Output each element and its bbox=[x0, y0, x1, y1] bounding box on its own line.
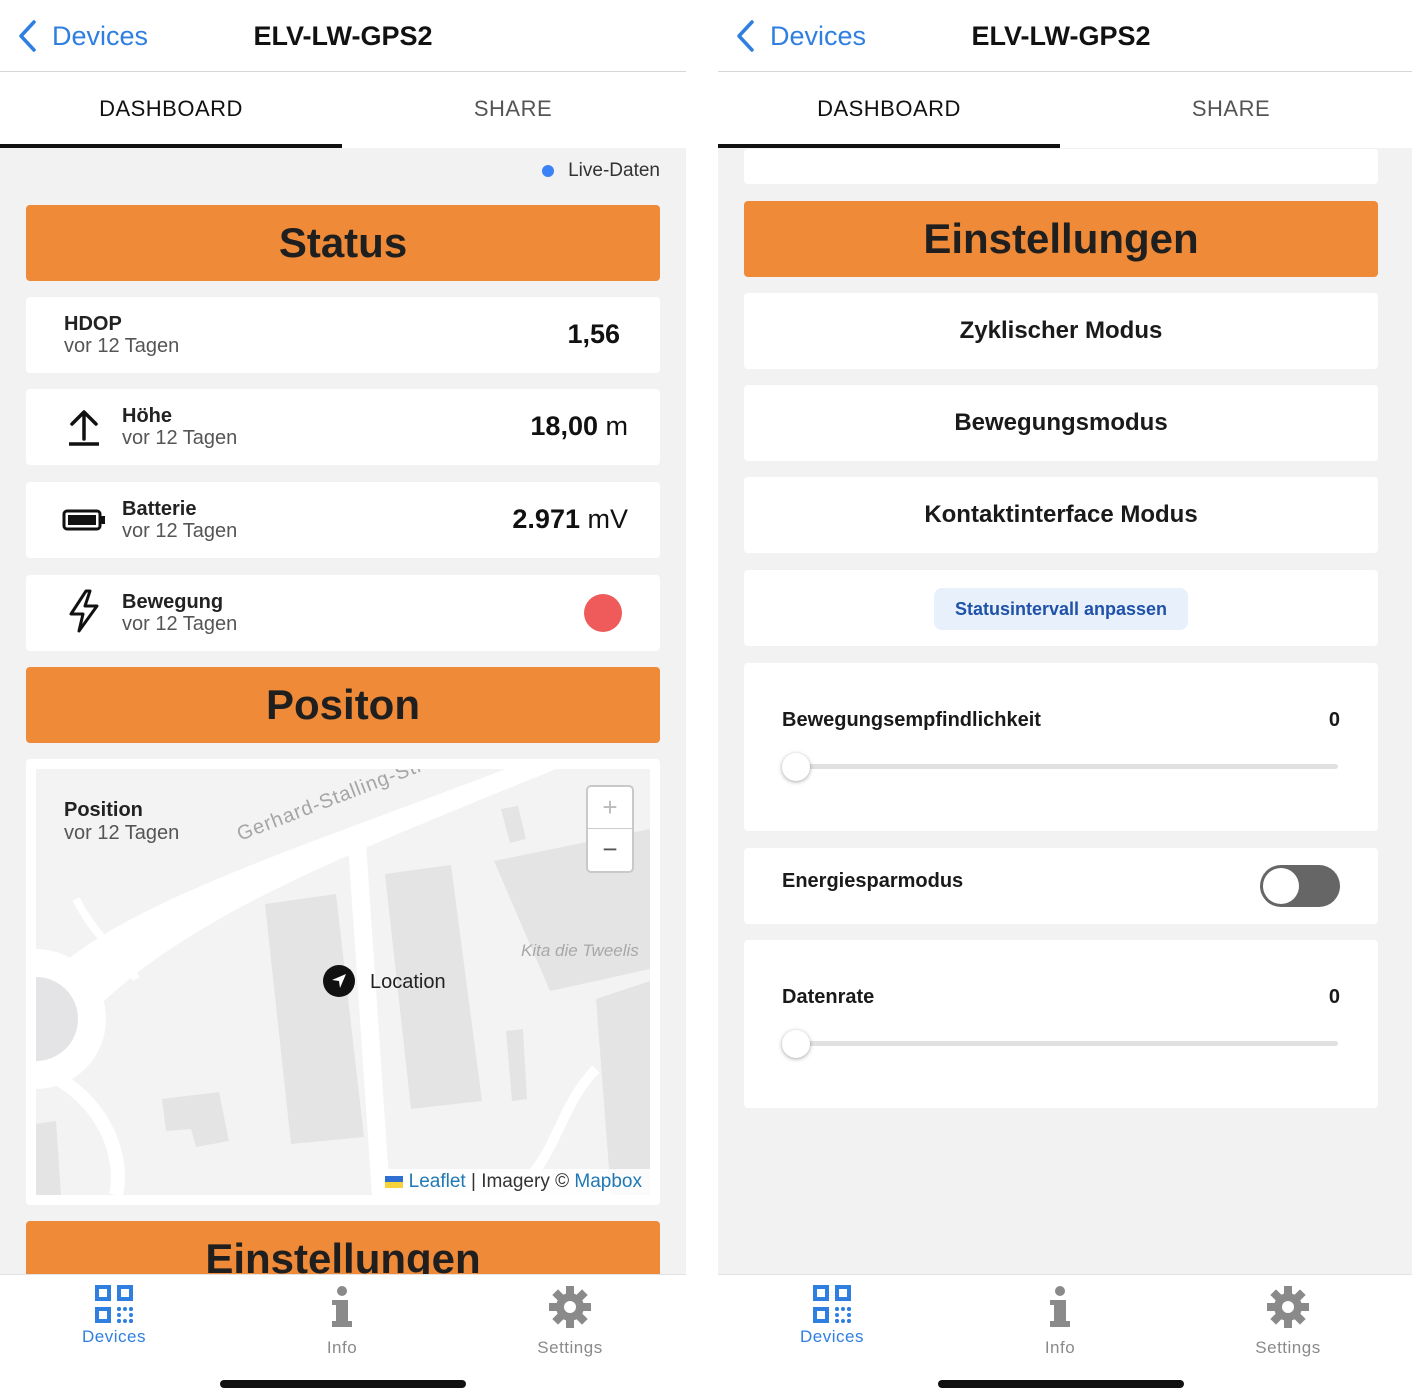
nav-label: Devices bbox=[82, 1327, 146, 1346]
zoom-in-button[interactable]: + bbox=[588, 787, 632, 829]
location-label: Location bbox=[370, 971, 446, 993]
sensitivity-slider-track[interactable] bbox=[782, 764, 1338, 769]
datarate-label: Datenrate bbox=[782, 986, 875, 1008]
partial-card bbox=[744, 149, 1378, 184]
motion-mode-button[interactable]: Bewegungsmodus bbox=[744, 385, 1378, 461]
tab-bar: DASHBOARD SHARE bbox=[718, 72, 1412, 148]
nav-settings[interactable]: Settings bbox=[1208, 1285, 1368, 1358]
attrib-imagery: Imagery © bbox=[481, 1171, 570, 1192]
nav-info[interactable]: Info bbox=[980, 1285, 1140, 1358]
nav-info[interactable]: Info bbox=[262, 1285, 422, 1358]
live-label: Live-Daten bbox=[568, 160, 660, 181]
left-screen: Devices ELV-LW-GPS2 DASHBOARD SHARE Live… bbox=[0, 0, 686, 1400]
sensitivity-label: Bewegungsempfindlichkeit bbox=[782, 709, 1041, 731]
datarate-card: Datenrate 0 bbox=[744, 940, 1378, 1108]
tab-dashboard[interactable]: DASHBOARD bbox=[718, 72, 1060, 148]
sensitivity-card: Bewegungsempfindlichkeit 0 bbox=[744, 663, 1378, 831]
gear-icon bbox=[549, 1286, 591, 1328]
toggle-knob bbox=[1263, 868, 1299, 904]
sensitivity-slider-thumb[interactable] bbox=[782, 753, 810, 781]
arrow-up-icon bbox=[62, 405, 106, 449]
qr-code-icon bbox=[95, 1285, 133, 1323]
row-title: Bewegung bbox=[122, 591, 224, 613]
location-arrow-icon[interactable] bbox=[323, 965, 355, 997]
info-icon bbox=[332, 1286, 352, 1327]
motion-status-dot bbox=[584, 594, 622, 632]
position-header: Positon bbox=[26, 667, 660, 743]
nav-label: Settings bbox=[537, 1338, 603, 1357]
gear-icon bbox=[1267, 1286, 1309, 1328]
nav-settings[interactable]: Settings bbox=[490, 1285, 650, 1358]
datarate-value: 0 bbox=[1328, 986, 1340, 1008]
home-indicator bbox=[938, 1380, 1184, 1388]
datarate-slider-track[interactable] bbox=[782, 1041, 1338, 1046]
status-interval-button[interactable]: Statusintervall anpassen bbox=[934, 588, 1188, 630]
battery-icon bbox=[62, 498, 106, 542]
map-card: Gerhard-Stalling-Straße Kita die Tweelis… bbox=[26, 759, 660, 1205]
nav-label: Settings bbox=[1255, 1338, 1321, 1357]
tab-dashboard[interactable]: DASHBOARD bbox=[0, 72, 342, 148]
power-save-label: Energiesparmodus bbox=[782, 870, 964, 892]
map-subtitle: vor 12 Tagen bbox=[64, 822, 180, 844]
nav-label: Info bbox=[1044, 1338, 1076, 1357]
qr-code-icon bbox=[813, 1285, 851, 1323]
zoom-control: + − bbox=[586, 785, 634, 873]
nav-bar: Devices ELV-LW-GPS2 bbox=[0, 0, 686, 72]
settings-header: Einstellungen bbox=[744, 201, 1378, 277]
power-save-toggle[interactable] bbox=[1260, 865, 1340, 907]
row-title: HDOP bbox=[64, 313, 122, 335]
leaflet-link[interactable]: Leaflet bbox=[409, 1171, 466, 1192]
sensitivity-value: 0 bbox=[1328, 709, 1340, 731]
page-title: ELV-LW-GPS2 bbox=[971, 21, 1151, 51]
map-view[interactable]: Gerhard-Stalling-Straße Kita die Tweelis… bbox=[36, 769, 650, 1195]
row-value: 18,00 m bbox=[530, 411, 628, 441]
nav-devices[interactable]: Devices bbox=[34, 1285, 194, 1347]
ukraine-flag-icon bbox=[385, 1176, 404, 1188]
row-title: Batterie bbox=[122, 498, 197, 520]
page-title: ELV-LW-GPS2 bbox=[253, 21, 433, 51]
nav-bar: Devices ELV-LW-GPS2 bbox=[718, 0, 1412, 72]
live-dot-icon bbox=[542, 165, 555, 177]
mapbox-link[interactable]: Mapbox bbox=[574, 1171, 642, 1192]
tab-share[interactable]: SHARE bbox=[1060, 72, 1402, 148]
contact-interface-mode-button[interactable]: Kontaktinterface Modus bbox=[744, 477, 1378, 553]
nav-label: Devices bbox=[800, 1327, 864, 1346]
row-title: Höhe bbox=[122, 405, 172, 427]
row-value: 1,56 bbox=[567, 319, 620, 349]
tab-bar: DASHBOARD SHARE bbox=[0, 72, 686, 148]
datarate-slider-thumb[interactable] bbox=[782, 1030, 810, 1058]
status-row-hdop: HDOP vor 12 Tagen 1,56 bbox=[26, 297, 660, 373]
nav-label: Info bbox=[326, 1338, 358, 1357]
status-header: Status bbox=[26, 205, 660, 281]
status-row-batterie: Batterie vor 12 Tagen 2.971 mV bbox=[26, 482, 660, 558]
right-screen: Devices ELV-LW-GPS2 DASHBOARD SHARE Eins… bbox=[718, 0, 1412, 1400]
tab-share[interactable]: SHARE bbox=[342, 72, 684, 148]
poi-label: Kita die Tweelis bbox=[521, 941, 639, 960]
map-attribution: Leaflet | Imagery © Mapbox bbox=[377, 1169, 650, 1195]
map-title: Position bbox=[64, 799, 143, 821]
attrib-separator: | bbox=[470, 1171, 476, 1192]
info-icon bbox=[1050, 1286, 1070, 1327]
zoom-out-button[interactable]: − bbox=[588, 829, 632, 871]
row-value: 2.971 mV bbox=[512, 504, 628, 534]
status-row-bewegung: Bewegung vor 12 Tagen bbox=[26, 575, 660, 651]
row-subtitle: vor 12 Tagen bbox=[122, 613, 238, 635]
status-interval-card: Statusintervall anpassen bbox=[744, 570, 1378, 646]
lightning-icon bbox=[62, 589, 106, 633]
cyclic-mode-button[interactable]: Zyklischer Modus bbox=[744, 293, 1378, 369]
home-indicator bbox=[220, 1380, 466, 1388]
nav-devices[interactable]: Devices bbox=[752, 1285, 912, 1347]
status-row-hoehe: Höhe vor 12 Tagen 18,00 m bbox=[26, 389, 660, 465]
row-subtitle: vor 12 Tagen bbox=[122, 520, 238, 542]
row-subtitle: vor 12 Tagen bbox=[64, 335, 180, 357]
power-save-card: Energiesparmodus bbox=[744, 848, 1378, 924]
live-indicator: Live-Daten bbox=[542, 160, 660, 182]
row-subtitle: vor 12 Tagen bbox=[122, 427, 238, 449]
